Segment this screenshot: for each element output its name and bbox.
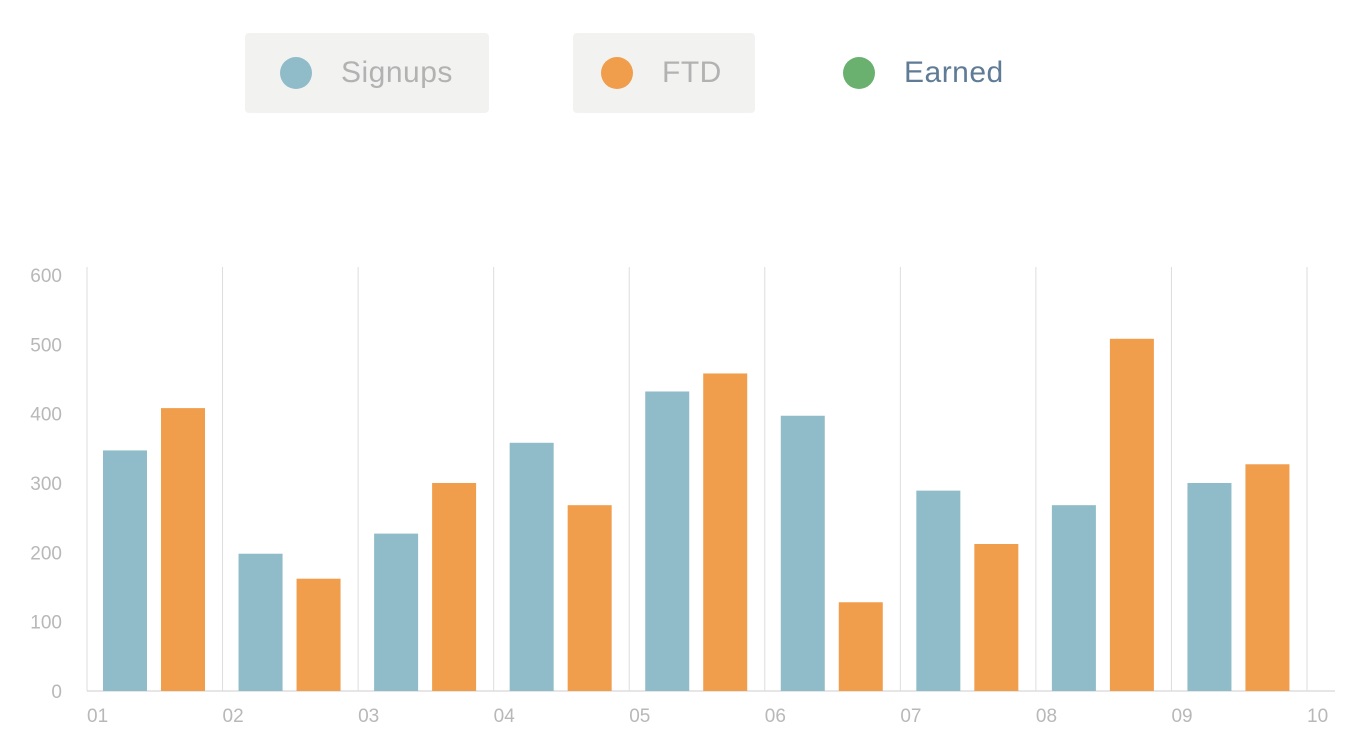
y-tick-label: 400: [30, 405, 62, 426]
bar-ftd-04[interactable]: [567, 505, 612, 691]
y-tick-label: 100: [30, 613, 62, 634]
x-tick-label: 03: [358, 706, 379, 727]
y-tick-label: 500: [30, 335, 62, 356]
bar-signups-06[interactable]: [780, 415, 825, 691]
x-tick-label: 09: [1171, 706, 1192, 727]
bar-ftd-05[interactable]: [703, 373, 748, 691]
bar-signups-08[interactable]: [1051, 505, 1096, 691]
x-tick-label: 10: [1307, 706, 1328, 727]
bar-signups-07[interactable]: [916, 490, 961, 691]
bars: [103, 338, 1290, 691]
bar-signups-04[interactable]: [509, 442, 554, 691]
bar-ftd-02[interactable]: [296, 578, 341, 691]
x-tick-label: 06: [765, 706, 786, 727]
bar-signups-09[interactable]: [1187, 483, 1232, 691]
bar-ftd-08[interactable]: [1109, 338, 1154, 691]
bar-ftd-03[interactable]: [432, 483, 477, 691]
x-tick-label: 08: [1036, 706, 1057, 727]
bar-ftd-06[interactable]: [838, 602, 883, 691]
bar-signups-03[interactable]: [374, 533, 419, 691]
bar-chart: 0 100 200 300 400 500 600 01 02 03 04 05 06 07 08 09 10: [30, 266, 1335, 727]
bar-ftd-07[interactable]: [974, 544, 1019, 691]
y-axis-ticks: 0 100 200 300 400 500 600: [30, 266, 62, 703]
y-tick-label: 600: [30, 266, 62, 287]
bar-ftd-09[interactable]: [1245, 464, 1290, 691]
x-tick-label: 07: [900, 706, 921, 727]
x-axis-ticks: 01 02 03 04 05 06 07 08 09 10: [87, 706, 1328, 727]
bar-signups-02[interactable]: [238, 553, 283, 691]
bar-ftd-01[interactable]: [161, 408, 205, 691]
y-tick-label: 200: [30, 543, 62, 564]
x-tick-label: 01: [87, 706, 108, 727]
bar-signups-01[interactable]: [103, 450, 147, 691]
x-tick-label: 04: [494, 706, 516, 727]
x-tick-label: 05: [629, 706, 650, 727]
y-tick-label: 300: [30, 474, 62, 495]
bar-signups-05[interactable]: [645, 391, 690, 691]
x-tick-label: 02: [223, 706, 244, 727]
y-tick-label: 0: [51, 682, 62, 703]
